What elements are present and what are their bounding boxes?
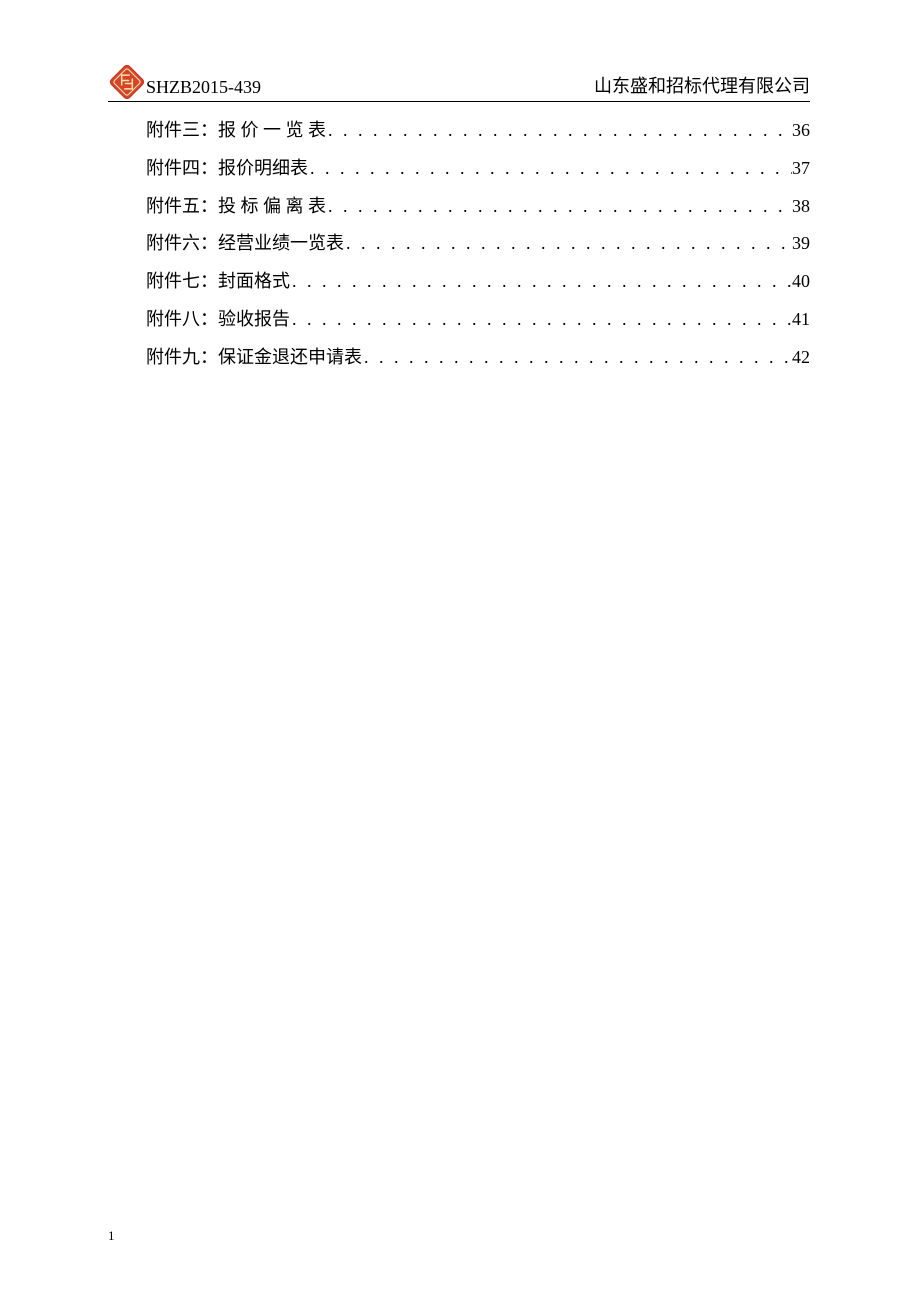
page-number: 1 [108, 1228, 115, 1244]
toc-entry-page: 39 [792, 225, 810, 263]
page-header: SHZB2015-439 山东盛和招标代理有限公司 [108, 58, 810, 102]
toc-entry: 附件九：保证金退还申请表 42 [146, 339, 810, 377]
toc-leader-dots [326, 188, 792, 226]
toc-leader-dots [362, 339, 792, 377]
toc-entry: 附件七：封面格式 40 [146, 263, 810, 301]
toc-leader-dots [308, 150, 792, 188]
header-left-group: SHZB2015-439 [108, 63, 261, 99]
toc-entry: 附件五：投 标 偏 离 表 38 [146, 188, 810, 226]
toc-entry-title: 附件五：投 标 偏 离 表 [146, 188, 326, 226]
company-name: 山东盛和招标代理有限公司 [594, 72, 810, 99]
toc-entry-page: 37 [792, 150, 810, 188]
document-code: SHZB2015-439 [146, 77, 261, 99]
toc-entry-title: 附件九：保证金退还申请表 [146, 339, 362, 377]
toc-entry: 附件六：经营业绩一览表 39 [146, 225, 810, 263]
toc-entry-title: 附件七：封面格式 [146, 263, 290, 301]
toc-entry: 附件八：验收报告 41 [146, 301, 810, 339]
toc-entry-title: 附件四：报价明细表 [146, 150, 308, 188]
toc-entry-page: 42 [792, 339, 810, 377]
toc-entry-title: 附件六：经营业绩一览表 [146, 225, 344, 263]
toc-leader-dots [290, 301, 792, 339]
document-page: SHZB2015-439 山东盛和招标代理有限公司 附件三：报 价 一 览 表 … [108, 58, 810, 377]
toc-entry: 附件四：报价明细表 37 [146, 150, 810, 188]
toc-leader-dots [344, 225, 792, 263]
toc-leader-dots [290, 263, 792, 301]
toc-leader-dots [326, 112, 792, 150]
toc-entry-title: 附件三：报 价 一 览 表 [146, 112, 326, 150]
toc-entry-title: 附件八：验收报告 [146, 301, 290, 339]
toc-entry-page: 36 [792, 112, 810, 150]
toc-entry: 附件三：报 价 一 览 表 36 [146, 112, 810, 150]
toc-entry-page: 38 [792, 188, 810, 226]
table-of-contents: 附件三：报 价 一 览 表 36 附件四：报价明细表 37 附件五：投 标 偏 … [108, 112, 810, 377]
company-logo-icon [108, 63, 146, 101]
toc-entry-page: 41 [792, 301, 810, 339]
toc-entry-page: 40 [792, 263, 810, 301]
